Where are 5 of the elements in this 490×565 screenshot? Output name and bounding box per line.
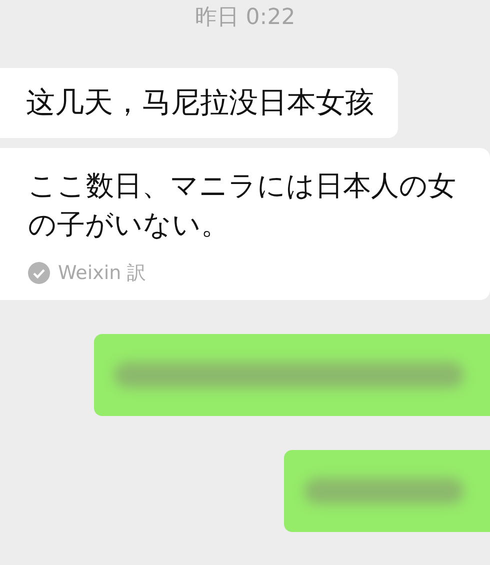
timestamp: 昨日 0:22 xyxy=(194,4,296,32)
message-bubble: 这几天，马尼拉没日本女孩 xyxy=(0,68,398,138)
check-icon xyxy=(28,262,50,284)
translation-source: Weixin 訳 xyxy=(58,261,146,286)
translation-text: ここ数日、マニラには日本人の女の子がいない。 xyxy=(28,168,457,243)
